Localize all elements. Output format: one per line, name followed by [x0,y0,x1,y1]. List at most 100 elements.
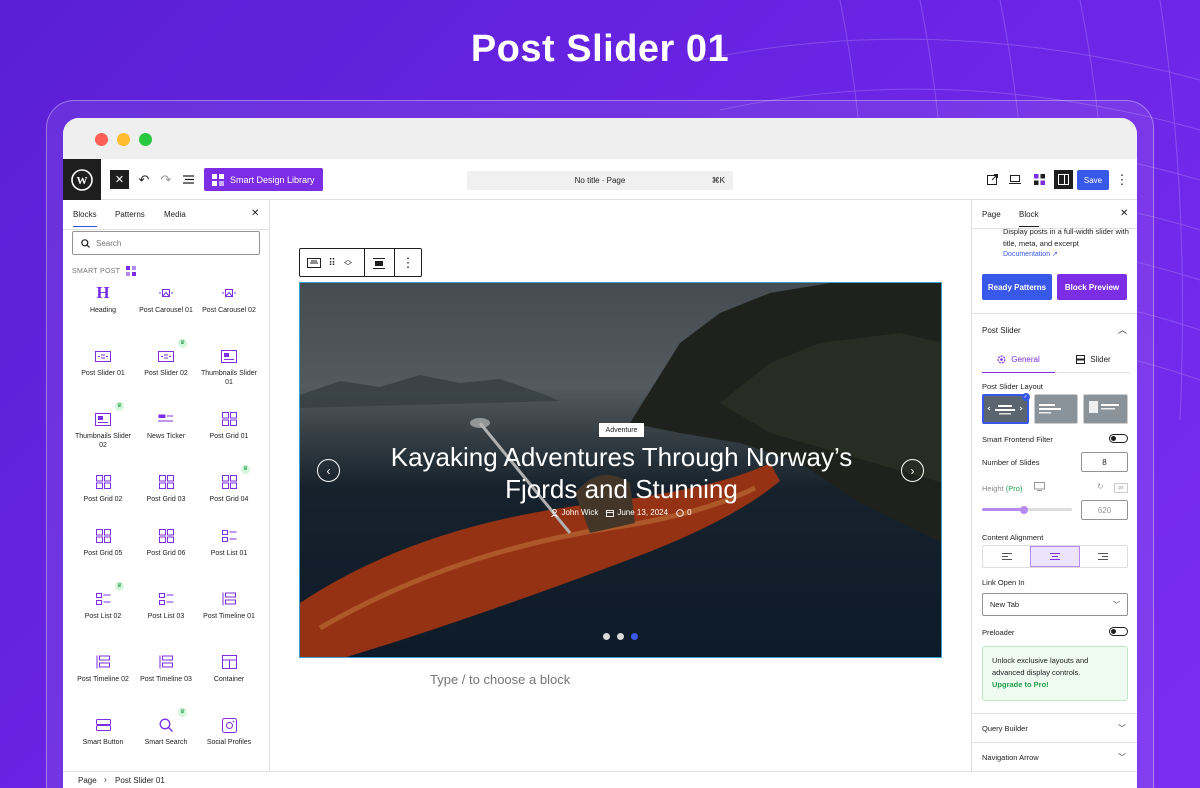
block-item[interactable]: Social Profiles [198,714,260,748]
block-item[interactable]: Post Slider 02 ♛ [135,339,197,379]
upgrade-link[interactable]: Upgrade to Pro! [992,679,1118,691]
num-slides-input[interactable]: 8 [1081,452,1128,472]
unit-px-icon[interactable]: px [1114,483,1128,493]
plugin-grid-icon[interactable] [1030,170,1048,189]
query-builder-section[interactable]: Query Builder ﹀ [972,713,1137,742]
minimize-window-dot[interactable] [117,133,130,146]
block-item[interactable]: Post Carousel 02 [198,282,260,316]
close-settings-icon[interactable]: ✕ [1120,208,1128,219]
subtab-general[interactable]: General [982,347,1055,373]
layout-option-2[interactable] [1033,394,1079,424]
subtab-slider[interactable]: Slider [1057,347,1130,373]
block-item[interactable]: Container [198,651,260,685]
chevron-up-icon[interactable]: ︿ [1118,323,1127,336]
chevron-down-icon: ﹀ [1113,601,1120,609]
tab-blocks[interactable]: Blocks [73,210,97,227]
pagination-dot[interactable] [603,633,610,640]
block-item[interactable]: Post Grid 06 [135,525,197,559]
smart-filter-toggle[interactable] [1109,434,1128,443]
close-panel-icon[interactable]: ✕ [251,208,259,219]
tab-media[interactable]: Media [164,210,186,219]
block-item-label: Post List 02 [84,613,122,620]
command-palette-bar[interactable]: No title · Page ⌘K [467,171,733,190]
tab-page[interactable]: Page [982,210,1001,219]
post-slider-block[interactable]: Adventure Kayaking Adventures Through No… [299,282,942,658]
reset-icon[interactable]: ↻ [1097,482,1104,491]
category-badge[interactable]: Adventure [599,423,644,437]
block-item[interactable]: Post Carousel 01 [135,282,197,316]
align-center-icon[interactable] [1030,546,1080,567]
view-page-icon[interactable] [983,170,1001,189]
align-icon[interactable] [370,254,388,272]
next-arrow-icon[interactable]: › [901,459,924,482]
block-item[interactable]: Post Timeline 02 [72,651,134,685]
block-item-label: Container [213,676,245,683]
block-type-icon[interactable] [304,254,324,272]
block-item[interactable]: Post Grid 02 [72,471,134,505]
link-open-select[interactable]: New Tab ﹀ [982,593,1128,616]
section-title[interactable]: Post Slider [982,326,1021,335]
align-right-icon[interactable] [1080,546,1127,567]
documentation-link[interactable]: Documentation ↗ [1003,250,1058,258]
breadcrumb-root[interactable]: Page [78,776,97,785]
breadcrumb-current[interactable]: Post Slider 01 [115,776,165,785]
redo-icon[interactable]: ↷ [157,170,175,189]
pagination-dot[interactable] [631,633,638,640]
block-item[interactable]: Post Timeline 03 [135,651,197,685]
block-item[interactable]: Post List 03 [135,588,197,622]
document-overview-icon[interactable] [179,170,197,189]
preloader-toggle[interactable] [1109,627,1128,636]
block-preview-button[interactable]: Block Preview [1057,274,1127,300]
block-item[interactable]: Smart Search ♛ [135,708,197,748]
ready-patterns-button[interactable]: Ready Patterns [982,274,1052,300]
meta-author[interactable]: John Wick [551,508,598,517]
block-item[interactable]: Thumbnails Slider 01 [198,345,260,387]
settings-sidebar-icon[interactable] [1054,170,1073,189]
more-options-icon[interactable]: ⋮ [1115,170,1129,189]
undo-icon[interactable]: ↶ [135,170,153,189]
block-appender-placeholder[interactable]: Type / to choose a block [430,672,570,687]
tab-patterns[interactable]: Patterns [115,210,145,219]
device-toggle-icon[interactable] [1034,482,1045,491]
block-item[interactable]: Post List 02 ♛ [72,582,134,622]
block-item[interactable]: Post Slider 01 [72,345,134,379]
block-item[interactable]: Post List 01 [198,525,260,559]
block-item[interactable]: Post Grid 03 [135,471,197,505]
move-up-down-icon[interactable]: ︿ ﹀ [341,252,355,274]
smart-design-library-button[interactable]: Smart Design Library [204,168,323,191]
pro-badge-icon: ♛ [178,708,187,717]
block-item[interactable]: Post Grid 05 [72,525,134,559]
block-toolbar: ⠿ ︿ ﹀ ⋮ [299,248,422,277]
maximize-window-dot[interactable] [139,133,152,146]
carousel-icon [135,282,197,304]
block-item[interactable]: Post Grid 01 [198,408,260,442]
wordpress-logo-icon[interactable]: W [63,159,101,200]
block-item[interactable]: Smart Button [72,714,134,748]
prev-arrow-icon[interactable]: ‹ [317,459,340,482]
close-inserter-icon[interactable]: ✕ [110,170,129,189]
layout-option-1[interactable]: ✓ [982,393,1030,424]
height-input[interactable]: 620 [1081,500,1128,520]
block-item[interactable]: Post Timeline 01 [198,588,260,622]
device-preview-icon[interactable] [1006,170,1024,189]
block-item[interactable]: News Ticker [135,408,197,442]
slide-post-title[interactable]: Kayaking Adventures Through Norway’s Fjo… [360,441,883,505]
height-slider-thumb[interactable] [1020,505,1029,514]
pagination-dot[interactable] [617,633,624,640]
meta-comments[interactable]: 0 [676,508,692,517]
close-window-dot[interactable] [95,133,108,146]
block-search-input[interactable]: Search [72,231,260,255]
save-button[interactable]: Save [1077,170,1109,190]
block-item[interactable]: H Heading [72,282,134,316]
block-item[interactable]: Post Grid 04 ♛ [198,465,260,505]
drag-handle-icon[interactable]: ⠿ [326,254,338,272]
navigation-arrow-section[interactable]: Navigation Arrow ﹀ [972,742,1137,771]
block-item[interactable]: Thumbnails Slider 02 ♛ [72,402,134,450]
editor-canvas: ⠿ ︿ ﹀ ⋮ Adventure Kayaking Adventures Th… [270,200,971,771]
tab-block[interactable]: Block [1019,210,1039,227]
align-left-icon[interactable] [983,546,1030,567]
block-options-icon[interactable]: ⋮ [400,254,416,272]
height-slider-track[interactable] [982,505,1072,514]
layout-option-3[interactable] [1083,394,1129,424]
user-icon [551,508,559,517]
